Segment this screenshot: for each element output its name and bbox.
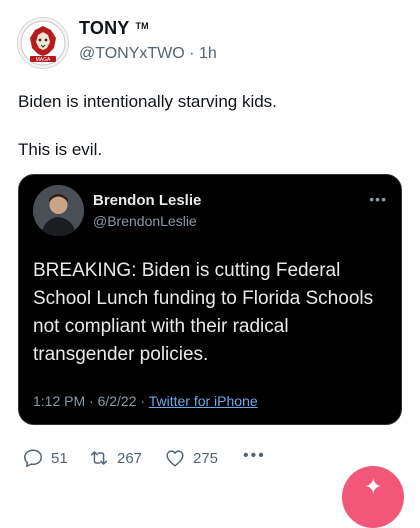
person-photo-icon <box>33 185 84 236</box>
compose-icon: ✦ <box>364 474 383 499</box>
avatar-text: MAGA <box>36 57 51 63</box>
quoted-timestamp: 1:12 PM · 6/2/22 · <box>33 393 146 409</box>
trademark-badge: TM <box>135 21 149 31</box>
quoted-author-name[interactable]: Brendon Leslie <box>93 192 201 209</box>
tweet-time[interactable]: 1h <box>199 45 217 62</box>
retweet-count: 267 <box>117 449 143 467</box>
quoted-tweet-meta: 1:12 PM · 6/2/22 · Twitter for iPhone <box>33 393 258 409</box>
reply-count: 51 <box>51 449 68 467</box>
reply-icon <box>24 449 42 467</box>
like-button[interactable]: 275 <box>164 446 218 470</box>
quoted-tweet-text: BREAKING: Biden is cutting Federal Schoo… <box>33 260 374 365</box>
author-name-text: TONY <box>79 18 130 38</box>
compose-fab[interactable]: ✦ <box>342 466 404 528</box>
quoted-source-link[interactable]: Twitter for iPhone <box>149 393 258 409</box>
more-options-icon[interactable]: ••• <box>243 447 266 465</box>
author-avatar[interactable]: MAGA <box>17 17 69 69</box>
retweet-button[interactable]: 267 <box>88 446 142 470</box>
heart-icon <box>166 450 184 467</box>
quoted-author-handle[interactable]: @BrendonLeslie <box>93 213 197 229</box>
author-name[interactable]: TONY TM <box>79 18 149 39</box>
ellipsis-icon[interactable]: ••• <box>369 191 387 207</box>
reply-button[interactable]: 51 <box>22 446 68 470</box>
quoted-author-avatar[interactable] <box>33 185 84 236</box>
like-count: 275 <box>193 449 219 467</box>
tweet-text-line-2: This is evil. <box>18 140 103 159</box>
retweet-icon <box>90 451 108 465</box>
lion-logo-icon: MAGA <box>20 20 66 66</box>
author-meta: @TONYxTWO · 1h <box>79 45 217 62</box>
tweet-text-line-1: Biden is intentionally starving kids. <box>18 92 277 111</box>
author-handle[interactable]: @TONYxTWO <box>79 45 185 62</box>
quoted-tweet-card[interactable]: Brendon Leslie @BrendonLeslie ••• BREAKI… <box>18 174 402 425</box>
